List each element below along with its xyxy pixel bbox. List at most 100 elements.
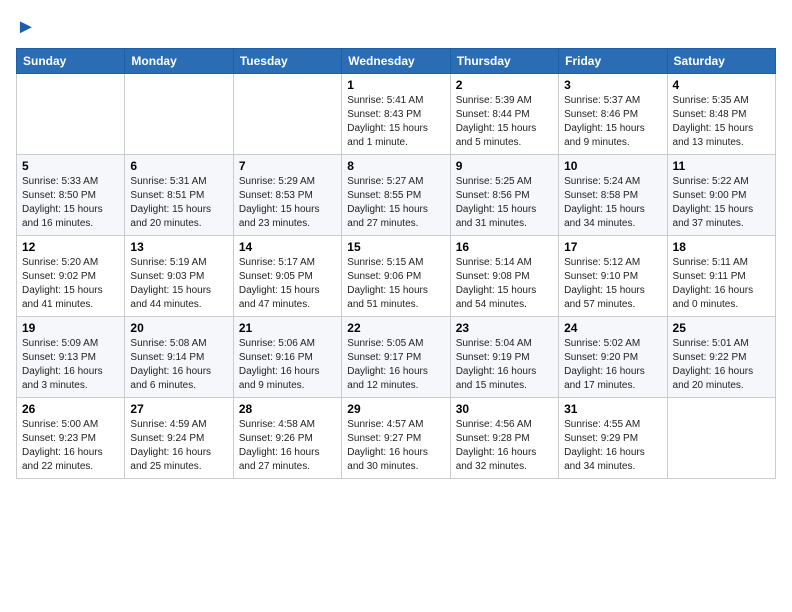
day-info: Sunrise: 5:33 AM Sunset: 8:50 PM Dayligh… (22, 175, 119, 231)
week-row-2: 5 Sunrise: 5:33 AM Sunset: 8:50 PM Daylig… (17, 155, 776, 236)
calendar-cell: 3 Sunrise: 5:37 AM Sunset: 8:46 PM Daylig… (559, 74, 667, 155)
day-number: 28 (239, 402, 336, 416)
day-number: 10 (564, 159, 661, 173)
day-number: 23 (456, 321, 553, 335)
logo: ► (16, 16, 36, 38)
calendar-cell: 20Sunrise: 5:08 AM Sunset: 9:14 PM Dayli… (125, 317, 233, 398)
calendar-cell: 23 Sunrise: 5:04 AM Sunset: 9:19 PM Dayli… (450, 317, 558, 398)
day-info: Sunrise: 4:55 AM Sunset: 9:29 PM Dayligh… (564, 418, 661, 474)
weekday-header-friday: Friday (559, 49, 667, 74)
day-number: 1 (347, 78, 444, 92)
calendar-cell: 17 Sunrise: 5:12 AM Sunset: 9:10 PM Dayli… (559, 236, 667, 317)
day-info: Sunrise: 5:06 AM Sunset: 9:16 PM Dayligh… (239, 337, 336, 393)
calendar-cell: 16 Sunrise: 5:14 AM Sunset: 9:08 PM Dayli… (450, 236, 558, 317)
day-number: 12 (22, 240, 119, 254)
calendar-cell: 29 Sunrise: 4:57 AM Sunset: 9:27 PM Dayli… (342, 398, 450, 479)
calendar-cell: 12 Sunrise: 5:20 AM Sunset: 9:02 PM Dayli… (17, 236, 125, 317)
week-row-4: 19 Sunrise: 5:09 AM Sunset: 9:13 PM Dayli… (17, 317, 776, 398)
day-info: Sunrise: 5:09 AM Sunset: 9:13 PM Dayligh… (22, 337, 119, 393)
weekday-header-wednesday: Wednesday (342, 49, 450, 74)
calendar-cell: 13 Sunrise: 5:19 AM Sunset: 9:03 PM Dayli… (125, 236, 233, 317)
day-info: Sunrise: 5:25 AM Sunset: 8:56 PM Dayligh… (456, 175, 553, 231)
day-info: Sunrise: 5:02 AM Sunset: 9:20 PM Dayligh… (564, 337, 661, 393)
day-info: Sunrise: 5:20 AM Sunset: 9:02 PM Dayligh… (22, 256, 119, 312)
day-number: 8 (347, 159, 444, 173)
calendar-cell (233, 74, 341, 155)
calendar-cell: 14 Sunrise: 5:17 AM Sunset: 9:05 PM Dayli… (233, 236, 341, 317)
calendar-cell (17, 74, 125, 155)
day-info: Sunrise: 5:12 AM Sunset: 9:10 PM Dayligh… (564, 256, 661, 312)
day-number: 2 (456, 78, 553, 92)
weekday-header-monday: Monday (125, 49, 233, 74)
day-number: 19 (22, 321, 119, 335)
day-number: 25 (673, 321, 770, 335)
weekday-header-thursday: Thursday (450, 49, 558, 74)
logo-triangle-icon: ► (16, 16, 36, 38)
day-info: Sunrise: 4:56 AM Sunset: 9:28 PM Dayligh… (456, 418, 553, 474)
week-row-3: 12 Sunrise: 5:20 AM Sunset: 9:02 PM Dayli… (17, 236, 776, 317)
calendar-cell: 25 Sunrise: 5:01 AM Sunset: 9:22 PM Dayli… (667, 317, 775, 398)
day-number: 4 (673, 78, 770, 92)
day-number: 17 (564, 240, 661, 254)
day-info: Sunrise: 4:59 AM Sunset: 9:24 PM Dayligh… (130, 418, 227, 474)
day-info: Sunrise: 4:57 AM Sunset: 9:27 PM Dayligh… (347, 418, 444, 474)
calendar-cell: 27 Sunrise: 4:59 AM Sunset: 9:24 PM Dayli… (125, 398, 233, 479)
weekday-header-saturday: Saturday (667, 49, 775, 74)
day-number: 6 (130, 159, 227, 173)
calendar-cell: 2Sunrise: 5:39 AM Sunset: 8:44 PM Daylig… (450, 74, 558, 155)
day-number: 14 (239, 240, 336, 254)
calendar-cell: 10Sunrise: 5:24 AM Sunset: 8:58 PM Dayli… (559, 155, 667, 236)
day-info: Sunrise: 5:11 AM Sunset: 9:11 PM Dayligh… (673, 256, 770, 312)
calendar-cell: 4 Sunrise: 5:35 AM Sunset: 8:48 PM Daylig… (667, 74, 775, 155)
calendar-cell: 5 Sunrise: 5:33 AM Sunset: 8:50 PM Daylig… (17, 155, 125, 236)
day-number: 18 (673, 240, 770, 254)
week-row-1: 1 Sunrise: 5:41 AM Sunset: 8:43 PM Daylig… (17, 74, 776, 155)
day-info: Sunrise: 5:05 AM Sunset: 9:17 PM Dayligh… (347, 337, 444, 393)
day-info: Sunrise: 5:31 AM Sunset: 8:51 PM Dayligh… (130, 175, 227, 231)
calendar-cell: 21 Sunrise: 5:06 AM Sunset: 9:16 PM Dayli… (233, 317, 341, 398)
calendar-cell: 19 Sunrise: 5:09 AM Sunset: 9:13 PM Dayli… (17, 317, 125, 398)
day-number: 16 (456, 240, 553, 254)
day-number: 13 (130, 240, 227, 254)
day-info: Sunrise: 5:15 AM Sunset: 9:06 PM Dayligh… (347, 256, 444, 312)
weekday-header-row: SundayMondayTuesdayWednesdayThursdayFrid… (17, 49, 776, 74)
day-number: 27 (130, 402, 227, 416)
calendar-table: SundayMondayTuesdayWednesdayThursdayFrid… (16, 48, 776, 479)
calendar-cell: 9Sunrise: 5:25 AM Sunset: 8:56 PM Daylig… (450, 155, 558, 236)
day-number: 20 (130, 321, 227, 335)
calendar-cell: 6 Sunrise: 5:31 AM Sunset: 8:51 PM Daylig… (125, 155, 233, 236)
day-info: Sunrise: 5:37 AM Sunset: 8:46 PM Dayligh… (564, 94, 661, 150)
calendar-cell: 30Sunrise: 4:56 AM Sunset: 9:28 PM Dayli… (450, 398, 558, 479)
calendar-cell: 8 Sunrise: 5:27 AM Sunset: 8:55 PM Daylig… (342, 155, 450, 236)
day-number: 11 (673, 159, 770, 173)
calendar-cell: 18 Sunrise: 5:11 AM Sunset: 9:11 PM Dayli… (667, 236, 775, 317)
week-row-5: 26 Sunrise: 5:00 AM Sunset: 9:23 PM Dayli… (17, 398, 776, 479)
day-number: 29 (347, 402, 444, 416)
calendar-cell: 31 Sunrise: 4:55 AM Sunset: 9:29 PM Dayli… (559, 398, 667, 479)
day-number: 31 (564, 402, 661, 416)
day-info: Sunrise: 5:27 AM Sunset: 8:55 PM Dayligh… (347, 175, 444, 231)
day-info: Sunrise: 5:00 AM Sunset: 9:23 PM Dayligh… (22, 418, 119, 474)
day-info: Sunrise: 5:04 AM Sunset: 9:19 PM Dayligh… (456, 337, 553, 393)
calendar-cell: 26 Sunrise: 5:00 AM Sunset: 9:23 PM Dayli… (17, 398, 125, 479)
calendar-cell: 24 Sunrise: 5:02 AM Sunset: 9:20 PM Dayli… (559, 317, 667, 398)
calendar-cell: 22Sunrise: 5:05 AM Sunset: 9:17 PM Dayli… (342, 317, 450, 398)
day-info: Sunrise: 5:22 AM Sunset: 9:00 PM Dayligh… (673, 175, 770, 231)
day-info: Sunrise: 5:35 AM Sunset: 8:48 PM Dayligh… (673, 94, 770, 150)
day-info: Sunrise: 5:01 AM Sunset: 9:22 PM Dayligh… (673, 337, 770, 393)
calendar-cell: 15Sunrise: 5:15 AM Sunset: 9:06 PM Dayli… (342, 236, 450, 317)
day-info: Sunrise: 4:58 AM Sunset: 9:26 PM Dayligh… (239, 418, 336, 474)
calendar-cell (667, 398, 775, 479)
day-number: 5 (22, 159, 119, 173)
day-info: Sunrise: 5:17 AM Sunset: 9:05 PM Dayligh… (239, 256, 336, 312)
day-number: 24 (564, 321, 661, 335)
day-info: Sunrise: 5:14 AM Sunset: 9:08 PM Dayligh… (456, 256, 553, 312)
day-number: 3 (564, 78, 661, 92)
day-number: 21 (239, 321, 336, 335)
day-info: Sunrise: 5:19 AM Sunset: 9:03 PM Dayligh… (130, 256, 227, 312)
calendar-cell: 1 Sunrise: 5:41 AM Sunset: 8:43 PM Daylig… (342, 74, 450, 155)
day-info: Sunrise: 5:41 AM Sunset: 8:43 PM Dayligh… (347, 94, 444, 150)
day-number: 26 (22, 402, 119, 416)
weekday-header-tuesday: Tuesday (233, 49, 341, 74)
calendar-cell (125, 74, 233, 155)
